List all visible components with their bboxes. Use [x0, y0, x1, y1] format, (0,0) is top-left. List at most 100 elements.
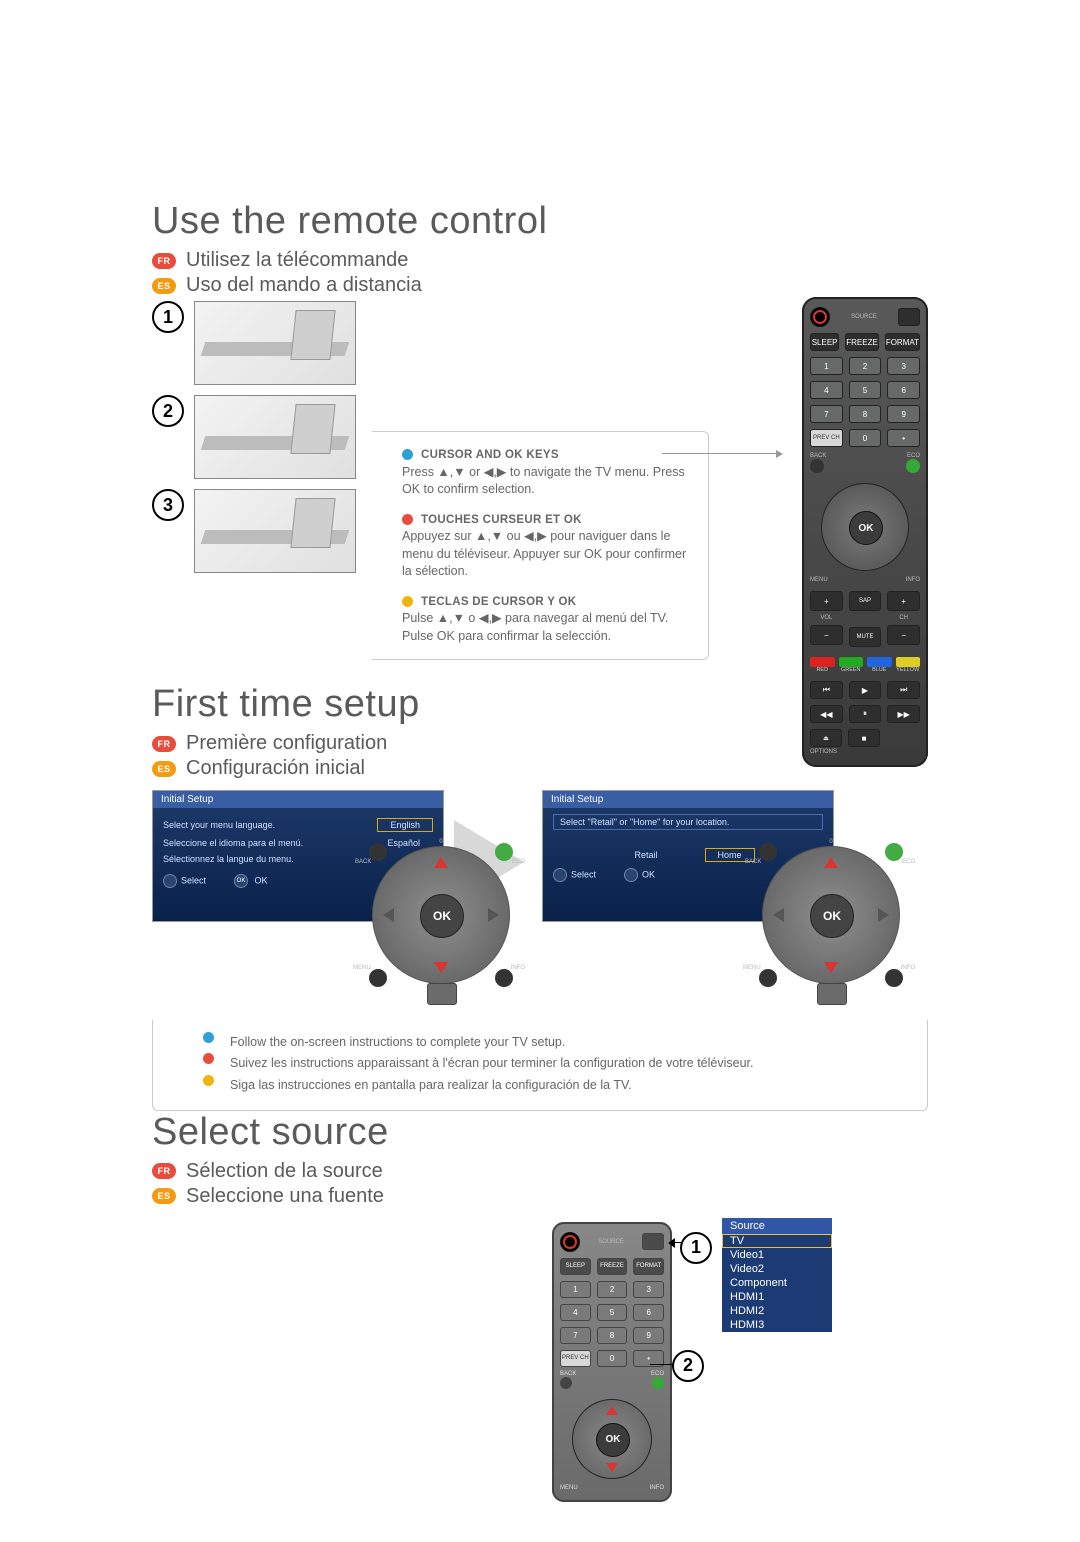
- pad-info-button[interactable]: [495, 969, 513, 987]
- section1-fr-text: Utilisez la télécommande: [186, 249, 408, 272]
- sap-button[interactable]: SAP: [849, 591, 882, 611]
- tv2-prompt: Select "Retail" or "Home" for your locat…: [553, 814, 823, 830]
- vol-down[interactable]: −: [810, 625, 843, 645]
- source-item-hdmi2[interactable]: HDMI2: [722, 1304, 832, 1318]
- eco-button[interactable]: [906, 459, 920, 473]
- fr-badge-2: FR: [152, 736, 176, 752]
- pad-stick: [427, 983, 457, 1005]
- fr-badge: FR: [152, 253, 176, 269]
- source-button[interactable]: [898, 308, 920, 326]
- sm-freeze[interactable]: FREEZE: [597, 1258, 628, 1275]
- yellow-button[interactable]: [896, 657, 921, 667]
- source-item-component[interactable]: Component: [722, 1276, 832, 1290]
- pad-right-icon[interactable]: [488, 908, 499, 922]
- num-1[interactable]: 1: [810, 357, 843, 375]
- rew-button[interactable]: ◀◀: [810, 705, 843, 723]
- source-item-tv[interactable]: TV: [722, 1234, 832, 1248]
- pause-button[interactable]: ⏸: [849, 705, 882, 723]
- sm-ok-pad[interactable]: OK: [572, 1399, 652, 1479]
- setup-screens: Initial Setup Select your menu language.…: [152, 790, 928, 1020]
- pad-back-button[interactable]: [369, 843, 387, 861]
- sleep-button[interactable]: SLEEP: [810, 333, 839, 351]
- section2-fr: Première configuration: [186, 732, 387, 755]
- callout-en-title: CURSOR AND OK KEYS: [421, 449, 559, 461]
- callout-fr-title: TOUCHES CURSEUR ET OK: [421, 514, 582, 526]
- opt-english[interactable]: English: [377, 818, 433, 832]
- format-button[interactable]: FORMAT: [885, 333, 920, 351]
- section2-body: Initial Setup Select your menu language.…: [152, 790, 928, 1111]
- section1-title: Use the remote control: [152, 200, 928, 243]
- mute-button[interactable]: MUTE: [849, 627, 882, 647]
- pad-menu-button[interactable]: [369, 969, 387, 987]
- freeze-button[interactable]: FREEZE: [845, 333, 879, 351]
- remote-large: SOURCE SLEEP FREEZE FORMAT 123 456 789 P…: [802, 297, 928, 767]
- section3-fr: Sélection de la source: [186, 1160, 383, 1183]
- source-label: SOURCE: [851, 314, 877, 320]
- cursor-callouts: CURSOR AND OK KEYSPress ▲,▼ or ◀,▶ to na…: [372, 431, 709, 660]
- num-0[interactable]: 0: [849, 429, 882, 447]
- num-2[interactable]: 2: [849, 357, 882, 375]
- section1-es: ES Uso del mando a distancia: [152, 274, 928, 297]
- sm-back-button[interactable]: [560, 1377, 572, 1389]
- num-7[interactable]: 7: [810, 405, 843, 423]
- es-badge-3: ES: [152, 1188, 176, 1204]
- sm-sleep[interactable]: SLEEP: [560, 1258, 591, 1275]
- blue-button[interactable]: [867, 657, 892, 667]
- vol-label: VOL: [810, 615, 843, 621]
- tv2-header: Initial Setup: [543, 791, 833, 808]
- callout-es-body: Pulse ▲,▼ o ◀,▶ para navegar al menú del…: [402, 611, 668, 643]
- sm-source-button[interactable]: [642, 1233, 664, 1250]
- opt-retail[interactable]: Retail: [621, 848, 670, 862]
- source-item-hdmi1[interactable]: HDMI1: [722, 1290, 832, 1304]
- num-3[interactable]: 3: [887, 357, 920, 375]
- pad-down-icon[interactable]: [434, 962, 448, 973]
- pad-ok-button[interactable]: OK: [420, 894, 464, 938]
- source-item-video1[interactable]: Video1: [722, 1248, 832, 1262]
- source-item-video2[interactable]: Video2: [722, 1262, 832, 1276]
- sm-eco-button[interactable]: [652, 1377, 664, 1389]
- remote-small: SOURCE SLEEPFREEZEFORMAT 123 456 789 PRE…: [552, 1222, 672, 1502]
- num-8[interactable]: 8: [849, 405, 882, 423]
- setup-instructions: Follow the on-screen instructions to com…: [152, 1020, 928, 1111]
- callout-1: 1: [680, 1232, 712, 1264]
- source-item-hdmi3[interactable]: HDMI3: [722, 1318, 832, 1332]
- ch-up[interactable]: +: [887, 591, 920, 611]
- num-4[interactable]: 4: [810, 381, 843, 399]
- sm-format[interactable]: FORMAT: [633, 1258, 664, 1275]
- callout-es-title: TECLAS DE CURSOR Y OK: [421, 596, 576, 608]
- ok-button[interactable]: OK: [849, 511, 883, 545]
- ch-down[interactable]: −: [887, 625, 920, 645]
- info-label: INFO: [906, 577, 920, 583]
- audio-button[interactable]: ⏏: [810, 729, 842, 747]
- sm-power-button[interactable]: [560, 1232, 580, 1252]
- source-menu-header: Source: [722, 1218, 832, 1234]
- vol-up[interactable]: +: [810, 591, 843, 611]
- dot-es: [402, 596, 413, 607]
- num-6[interactable]: 6: [887, 381, 920, 399]
- prev-track-button[interactable]: ⏮: [810, 681, 843, 699]
- ffwd-button[interactable]: ▶▶: [887, 705, 920, 723]
- ok-pad[interactable]: OK: [821, 483, 909, 571]
- play-button[interactable]: ▶: [849, 681, 882, 699]
- row-sleep: SLEEP FREEZE FORMAT: [810, 333, 920, 351]
- content: Use the remote control FR Utilisez la té…: [152, 200, 928, 1446]
- dot-fr: [402, 514, 413, 525]
- red-button[interactable]: [810, 657, 835, 667]
- diagram-3: [194, 489, 356, 573]
- tv1-header: Initial Setup: [153, 791, 443, 808]
- sm-ok-button[interactable]: OK: [596, 1423, 630, 1457]
- pad-up-icon[interactable]: [434, 857, 448, 868]
- num-5[interactable]: 5: [849, 381, 882, 399]
- power-button[interactable]: [810, 307, 830, 327]
- prevch-button[interactable]: PREV CH: [810, 429, 843, 447]
- next-track-button[interactable]: ⏭: [887, 681, 920, 699]
- back-button[interactable]: [810, 459, 824, 473]
- diagram-2: [194, 395, 356, 479]
- pad-left-icon[interactable]: [383, 908, 394, 922]
- stop-button[interactable]: ■: [848, 729, 880, 747]
- es-badge: ES: [152, 278, 176, 294]
- pad-eco-button[interactable]: [495, 843, 513, 861]
- dot-button[interactable]: •: [887, 429, 920, 447]
- green-button[interactable]: [839, 657, 864, 667]
- num-9[interactable]: 9: [887, 405, 920, 423]
